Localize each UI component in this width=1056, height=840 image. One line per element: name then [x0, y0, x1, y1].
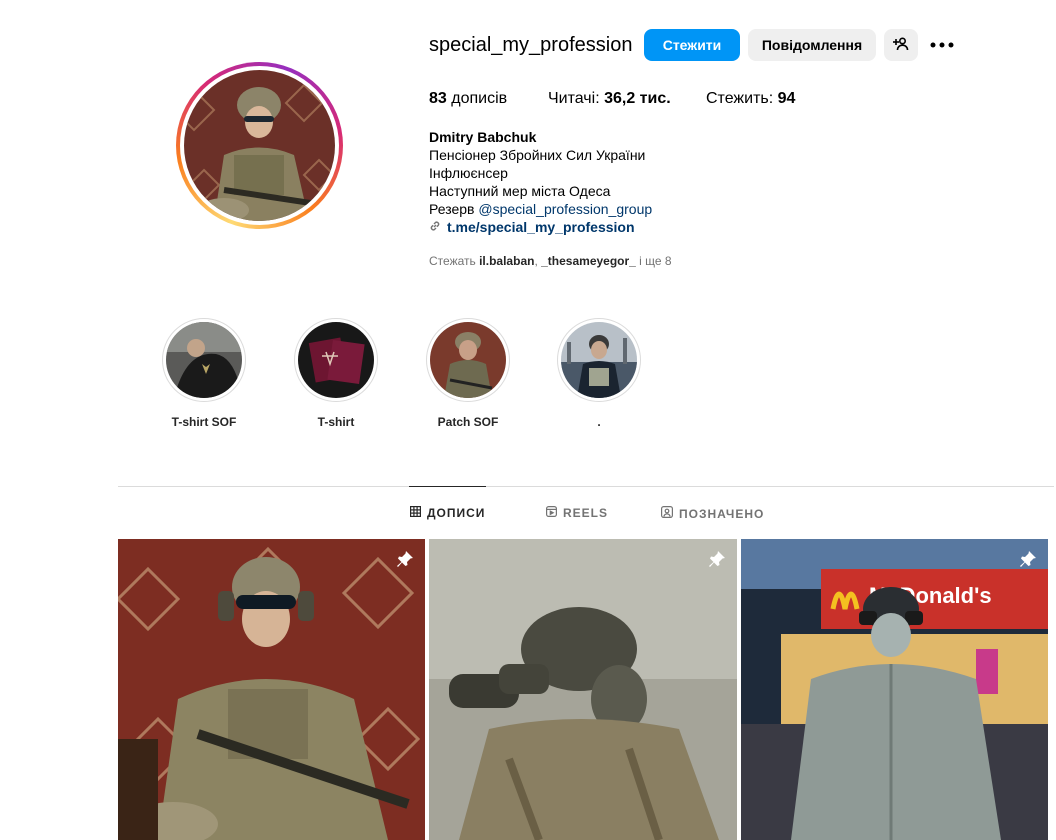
bio-line: Інфлюєнсер	[429, 165, 508, 181]
highlight-label: Patch SOF	[437, 415, 499, 429]
external-link[interactable]: t.me/special_my_profession	[429, 218, 652, 236]
posts-count: 83 дописів	[429, 90, 508, 107]
follow-button[interactable]: Стежити	[644, 29, 740, 61]
highlight-cover	[561, 322, 637, 398]
highlight-label: T-shirt	[317, 415, 355, 429]
followed-by[interactable]: Стежать il.balaban, _thesameyegor_ і ще …	[429, 254, 672, 268]
reels-icon	[546, 506, 558, 520]
highlight-label: T-shirt SOF	[171, 415, 237, 429]
bio-line: Резерв @special_profession_group	[429, 201, 653, 217]
story-highlight[interactable]: .	[557, 318, 641, 429]
following-count[interactable]: Стежить: 94	[706, 90, 795, 108]
story-highlight[interactable]: Patch SOF	[426, 318, 510, 429]
tab-posts[interactable]: ДОПИСИ	[410, 506, 485, 520]
active-tab-indicator	[409, 486, 486, 487]
more-options-icon[interactable]	[929, 34, 955, 56]
pin-icon	[707, 549, 727, 574]
message-button[interactable]: Повідомлення	[748, 29, 876, 61]
avatar-photo	[184, 70, 335, 221]
group-mention-link[interactable]: @special_profession_group	[478, 201, 652, 217]
post-thumbnail[interactable]	[429, 539, 737, 840]
followers-count[interactable]: Читачі: 36,2 тис.	[548, 90, 671, 108]
story-highlight[interactable]: T-shirt SOF	[162, 318, 246, 429]
post-thumbnail[interactable]: McDonald's	[741, 539, 1048, 840]
highlight-cover	[430, 322, 506, 398]
profile-bio: Dmitry Babchuk Пенсіонер Збройних Сил Ук…	[429, 128, 652, 236]
pin-icon	[1018, 549, 1038, 574]
grid-icon	[410, 506, 422, 520]
highlight-label: .	[597, 415, 601, 429]
display-name: Dmitry Babchuk	[429, 129, 537, 145]
highlight-cover	[166, 322, 242, 398]
tab-tagged[interactable]: ПОЗНАЧЕНО	[661, 506, 764, 521]
tab-reels[interactable]: REELS	[546, 506, 608, 520]
highlight-cover	[298, 322, 374, 398]
profile-avatar[interactable]	[176, 62, 343, 229]
post-thumbnail[interactable]	[118, 539, 425, 840]
story-highlight[interactable]: T-shirt	[294, 318, 378, 429]
bio-line: Наступний мер міста Одеса	[429, 183, 611, 199]
tabs-divider	[118, 486, 1054, 487]
suggest-users-button[interactable]	[884, 29, 918, 61]
tagged-icon	[661, 506, 674, 521]
pin-icon	[395, 549, 415, 574]
profile-username: special_my_profession	[429, 34, 633, 56]
bio-line: Пенсіонер Збройних Сил України	[429, 147, 646, 163]
link-icon	[429, 218, 441, 236]
add-user-icon	[893, 36, 909, 55]
